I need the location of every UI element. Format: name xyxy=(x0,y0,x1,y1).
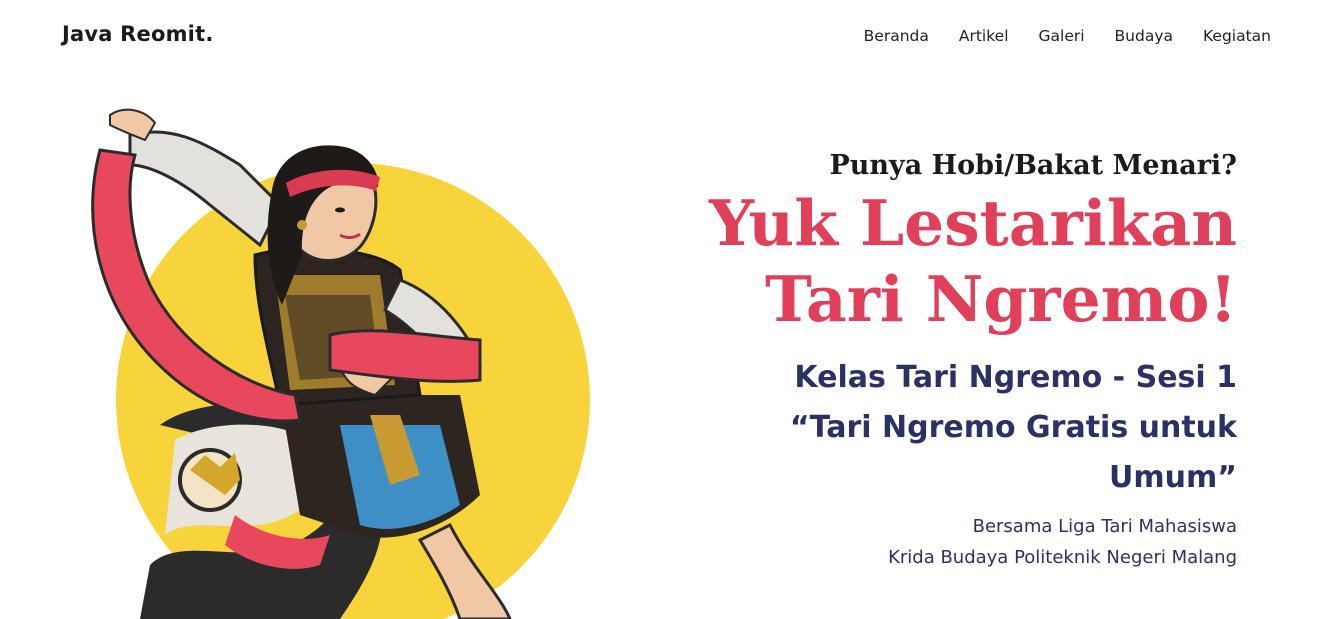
nav-links: Beranda Artikel Galeri Budaya Kegiatan xyxy=(864,27,1271,45)
nav-link-galeri[interactable]: Galeri xyxy=(1039,27,1085,45)
nav-link-artikel[interactable]: Artikel xyxy=(959,27,1009,45)
nav-link-budaya[interactable]: Budaya xyxy=(1115,27,1173,45)
nav-link-beranda[interactable]: Beranda xyxy=(864,27,929,45)
subtitle-line-2: Krida Budaya Politeknik Negeri Malang xyxy=(888,547,1237,568)
class-title-line-2: “Tari Ngremo Gratis untuk xyxy=(789,410,1237,445)
ngremo-dancer-icon xyxy=(91,108,590,619)
hero-text: Punya Hobi/Bakat Menari? Yuk Lestarikan … xyxy=(617,150,1237,573)
hero-subtitle: Bersama Liga Tari Mahasiswa Krida Budaya… xyxy=(617,511,1237,573)
brand-logo[interactable]: Java Reomit. xyxy=(62,22,214,46)
headline-line-1: Yuk Lestarikan xyxy=(708,186,1237,260)
navbar: Java Reomit. Beranda Artikel Galeri Buda… xyxy=(0,0,1339,74)
class-title-line-3: Umum” xyxy=(1109,460,1237,495)
class-title: Kelas Tari Ngremo - Sesi 1 “Tari Ngremo … xyxy=(617,353,1237,503)
headline-line-2: Tari Ngremo! xyxy=(765,262,1237,336)
hero-headline: Yuk Lestarikan Tari Ngremo! xyxy=(617,185,1237,337)
subtitle-line-1: Bersama Liga Tari Mahasiswa xyxy=(972,516,1237,537)
hero-eyebrow: Punya Hobi/Bakat Menari? xyxy=(829,150,1237,181)
nav-link-kegiatan[interactable]: Kegiatan xyxy=(1203,27,1271,45)
hero-illustration xyxy=(40,95,630,619)
class-title-line-1: Kelas Tari Ngremo - Sesi 1 xyxy=(794,360,1237,395)
